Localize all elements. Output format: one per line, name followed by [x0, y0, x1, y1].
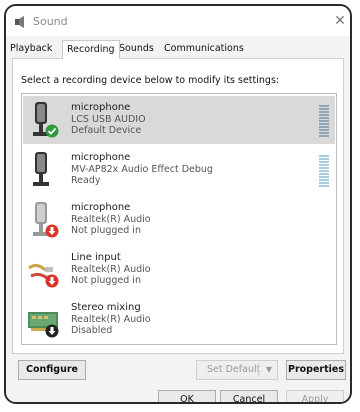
device-item[interactable]: microphone Realtek(R) Audio Not plugged … — [23, 196, 335, 244]
device-name: microphone — [71, 102, 131, 113]
device-name: microphone — [71, 202, 131, 213]
microphone-icon — [33, 152, 49, 186]
device-name: Stereo mixing — [71, 302, 141, 313]
set-default-label: Set Default — [207, 364, 261, 375]
tab-communications[interactable]: Communications — [164, 43, 244, 54]
split-divider — [258, 363, 259, 377]
device-name: microphone — [71, 152, 131, 163]
tab-playback[interactable]: Playback — [10, 43, 52, 54]
speaker-icon — [15, 16, 24, 28]
device-driver: Realtek(R) Audio — [71, 214, 151, 225]
tab-sounds[interactable]: Sounds — [119, 43, 154, 54]
device-driver: MV-AP82x Audio Effect Debug — [71, 164, 213, 175]
check-badge-icon — [45, 124, 59, 138]
unplugged-badge-icon — [45, 274, 59, 288]
device-status: Ready — [71, 175, 101, 186]
device-name: Line input — [71, 252, 121, 263]
device-item[interactable]: Stereo mixing Realtek(R) Audio Disabled — [23, 296, 335, 344]
device-item[interactable]: Line input Realtek(R) Audio Not plugged … — [23, 246, 335, 294]
device-driver: Realtek(R) Audio — [71, 264, 151, 275]
window-title: Sound — [33, 15, 68, 28]
device-status: Disabled — [71, 325, 113, 336]
device-driver: Realtek(R) Audio — [71, 314, 151, 325]
title-bar: Sound ✕ — [6, 6, 350, 36]
level-meter — [319, 105, 329, 137]
configure-button[interactable]: Configure — [18, 360, 86, 380]
instruction-text: Select a recording device below to modif… — [21, 75, 280, 86]
device-status: Default Device — [71, 125, 142, 136]
set-default-button[interactable]: Set Default ▼ — [196, 360, 278, 380]
close-icon[interactable]: ✕ — [332, 12, 348, 30]
disabled-badge-icon — [45, 324, 59, 338]
device-driver: LCS USB AUDIO — [71, 114, 146, 125]
level-meter — [319, 155, 329, 187]
sound-dialog: Sound ✕ Playback Recording Sounds Commun… — [4, 4, 352, 404]
apply-button[interactable]: Apply — [286, 390, 344, 402]
device-item[interactable]: microphone MV-AP82x Audio Effect Debug R… — [23, 146, 335, 194]
chevron-down-icon[interactable]: ▼ — [266, 361, 272, 379]
device-item[interactable]: microphone LCS USB AUDIO Default Device — [23, 96, 335, 144]
properties-button[interactable]: Properties — [286, 360, 346, 380]
cancel-button[interactable]: Cancel — [220, 390, 278, 402]
device-list[interactable]: microphone LCS USB AUDIO Default Device — [21, 93, 337, 345]
device-status: Not plugged in — [71, 275, 141, 286]
ok-button[interactable]: OK — [158, 390, 216, 402]
unplugged-badge-icon — [45, 224, 59, 238]
recording-panel: Select a recording device below to modif… — [12, 58, 344, 354]
tab-strip: Playback Recording Sounds Communications — [6, 38, 350, 60]
tab-recording[interactable]: Recording — [62, 40, 120, 59]
device-status: Not plugged in — [71, 225, 141, 236]
